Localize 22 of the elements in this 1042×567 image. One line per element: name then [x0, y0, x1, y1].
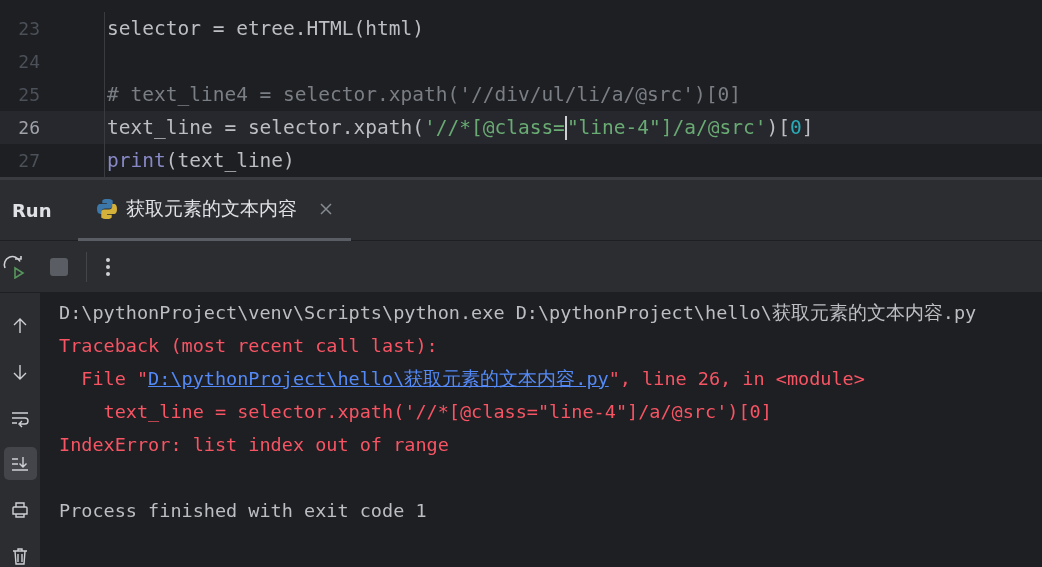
line-number: 26: [17, 116, 40, 140]
code-line: selector = etree.HTML(html): [107, 15, 424, 42]
console-text: text_line = selector.xpath('//*[@class="line-4"]/a/@src')[0]: [102, 399, 772, 424]
more-icon[interactable]: [105, 256, 111, 277]
console-text: ", line 26, in <module>: [608, 366, 865, 391]
code-line: text_line = selector.xpath('//*[@class="line-4"]/a/@src')[0]: [107, 114, 814, 142]
console-text: D:\pythonProject\venv\Scripts\python.exe D:\pythonProject\hello\获取元素的文本内容.py: [59, 300, 977, 325]
console-tool-button[interactable]: [3, 447, 37, 480]
file-link[interactable]: D:\pythonProject\hello\获取元素的文本内容.py: [148, 364, 609, 393]
rerun-icon[interactable]: [2, 254, 26, 279]
code-line: # text_line4 = selector.xpath('//div/ul/li/a/@src')[0]: [107, 81, 741, 108]
console-text: File ": [80, 366, 149, 391]
run-tab[interactable]: 获取元素的文本内容: [77, 179, 351, 241]
console-text: IndexError: list index out of range: [59, 432, 449, 457]
panel-title: Run: [12, 198, 52, 223]
trash-icon: [10, 545, 30, 566]
print-icon: [10, 499, 30, 520]
close-icon[interactable]: [318, 201, 333, 216]
console-text: Process finished with exit code 1: [59, 498, 427, 523]
python-logo-icon: [95, 197, 118, 220]
console-text: Traceback (most recent call last):: [59, 333, 438, 358]
code-line: print(text_line): [107, 147, 295, 174]
